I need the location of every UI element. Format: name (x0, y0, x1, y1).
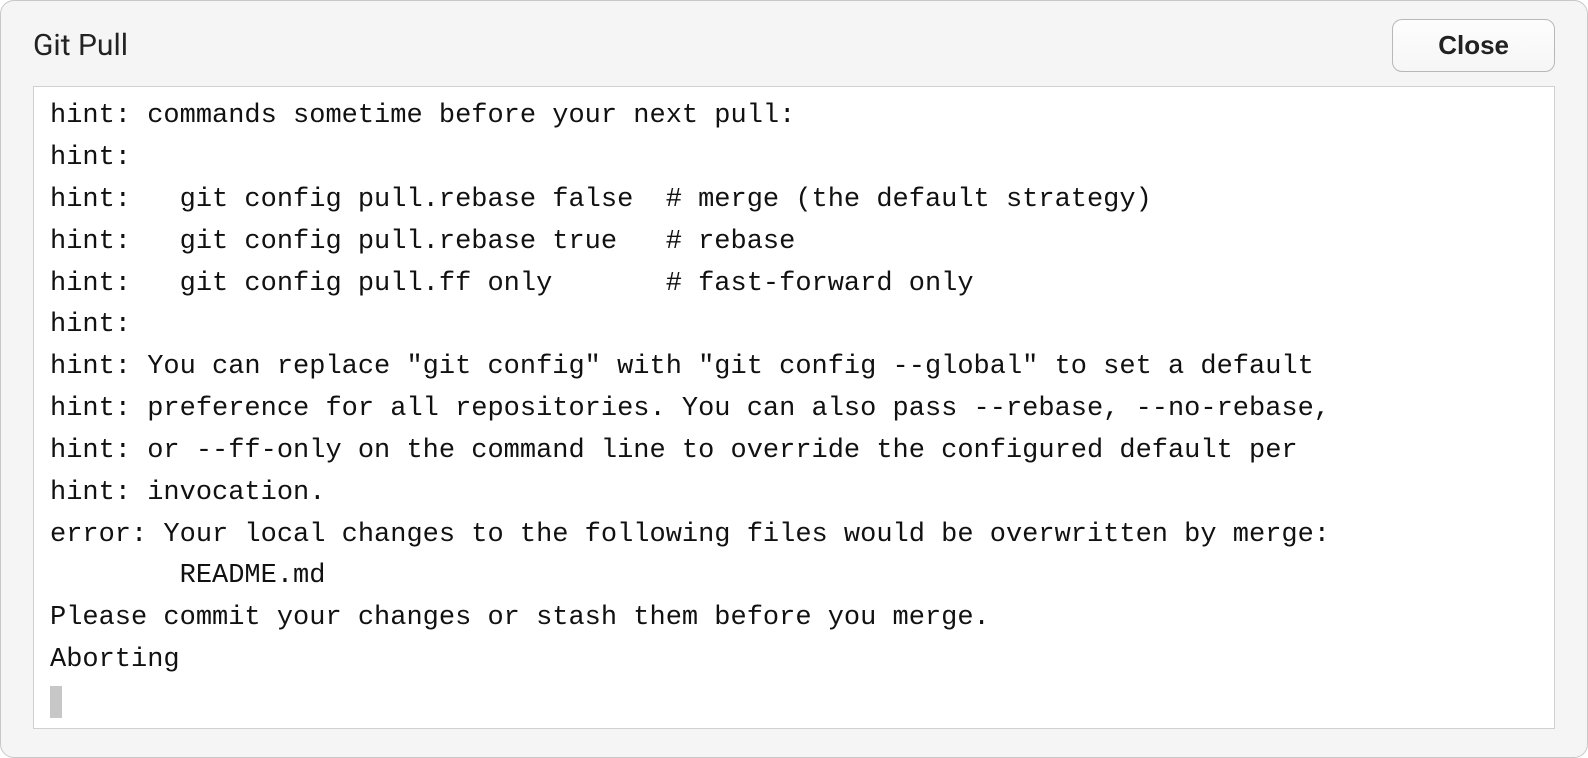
dialog-titlebar: Git Pull Close (33, 19, 1555, 76)
close-button[interactable]: Close (1392, 19, 1555, 72)
git-pull-dialog: Git Pull Close hint: commands sometime b… (0, 0, 1588, 758)
text-cursor (50, 686, 62, 718)
dialog-title: Git Pull (33, 28, 128, 63)
output-text: hint: commands sometime before your next… (50, 96, 1538, 682)
output-panel[interactable]: hint: commands sometime before your next… (33, 86, 1555, 729)
